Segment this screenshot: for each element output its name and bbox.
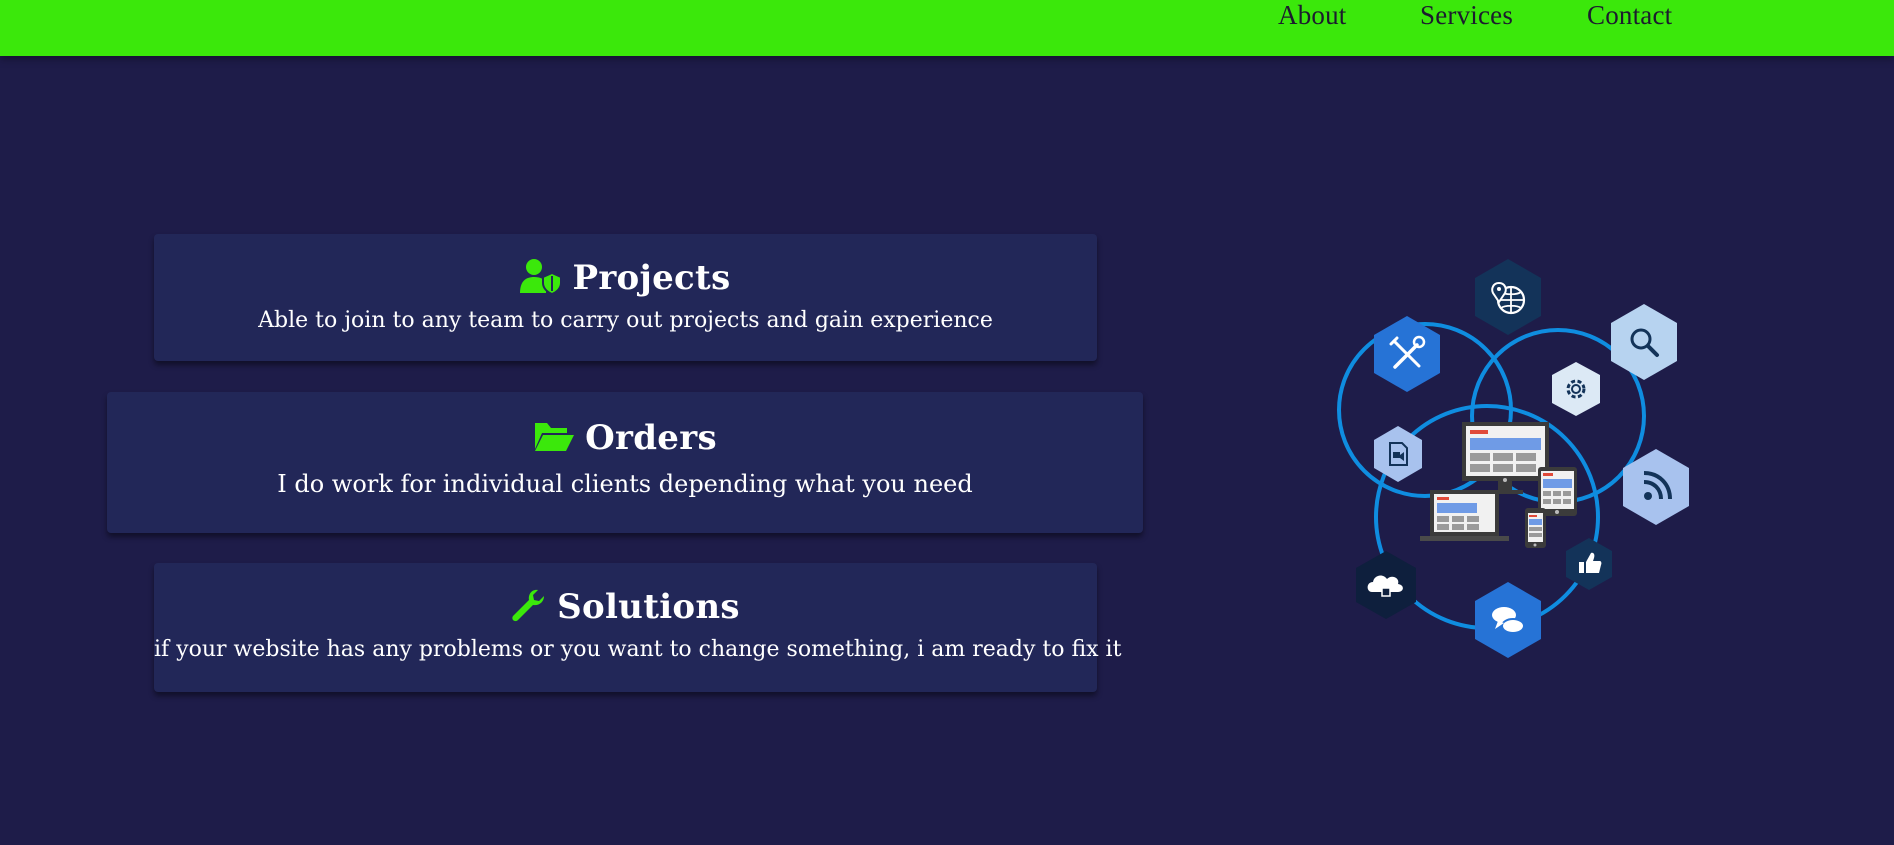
card-title: Solutions	[557, 587, 740, 627]
thumbs-up-icon	[1566, 538, 1612, 590]
folder-open-icon	[533, 419, 575, 457]
cloud-icon	[1356, 551, 1416, 619]
card-description: I do work for individual clients dependi…	[277, 470, 973, 498]
wrench-icon	[511, 587, 547, 627]
projects-card-header: Projects	[154, 258, 1097, 298]
magnifier-icon	[1611, 304, 1677, 380]
nav-link-contact[interactable]: Contact	[1587, 0, 1672, 30]
card-description: if your website has any problems or you …	[154, 637, 1122, 662]
solutions-card-header: Solutions	[154, 587, 1097, 627]
solutions-card: Solutions if your website has any proble…	[154, 563, 1122, 692]
nav-link-services[interactable]: Services	[1420, 0, 1513, 30]
orders-card-header: Orders	[107, 418, 1143, 458]
gear-icon	[1552, 362, 1600, 416]
user-shield-icon	[520, 258, 563, 298]
card-title: Projects	[572, 258, 731, 298]
web-development-devices-illustration	[1315, 255, 1715, 665]
devices-laptop-icon	[1420, 490, 1509, 541]
tools-icon	[1374, 316, 1440, 392]
globe-pin-icon	[1475, 259, 1541, 335]
top-navigation-bar: About Services Contact	[0, 0, 1894, 56]
nav-link-about[interactable]: About	[1278, 0, 1347, 30]
chat-bubbles-icon	[1475, 582, 1541, 658]
devices-phone-icon	[1525, 508, 1546, 548]
projects-card: Projects Able to join to any team to car…	[154, 234, 1097, 361]
card-description: Able to join to any team to carry out pr…	[258, 308, 993, 333]
devices-monitor-icon	[1462, 422, 1549, 494]
card-title: Orders	[585, 418, 717, 458]
orders-card: Orders I do work for individual clients …	[107, 392, 1143, 533]
